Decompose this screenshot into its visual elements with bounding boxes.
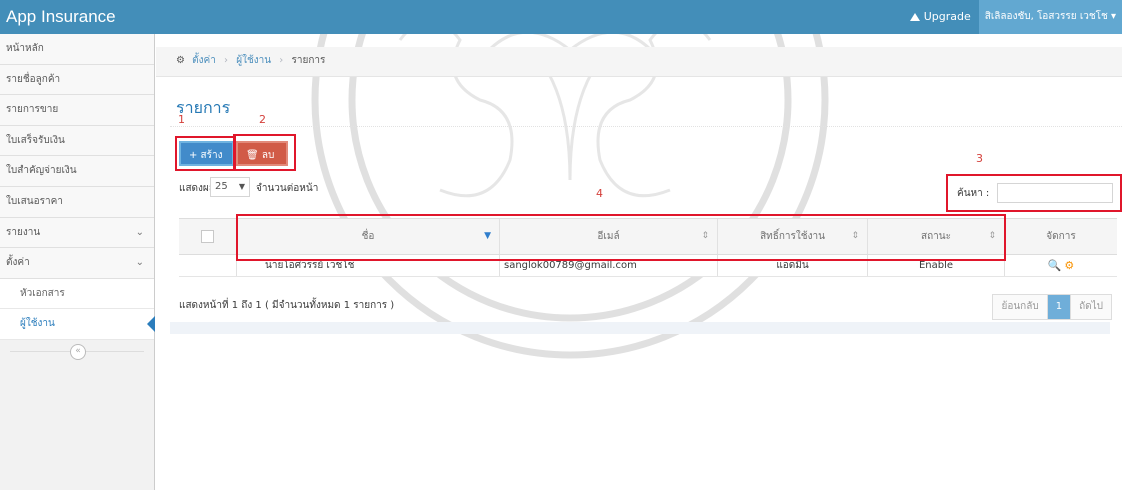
table-footer-bar [170,322,1110,334]
sidebar-collapse-row: « [0,340,154,364]
breadcrumb: ⚙ ตั้งค่า › ผู้ใช้งาน › รายการ [156,47,1122,77]
arrow-up-icon [909,13,920,21]
top-navbar: App Insurance Upgrade สิเลิลองชับ, โอสวร… [0,0,1122,34]
gear-icon[interactable]: ⚙ [1064,259,1074,272]
sidebar-item-label: รายการขาย [6,104,59,116]
app-brand[interactable]: App Insurance [0,0,116,34]
sidebar-item-label: รายชื่อลูกค้า [6,73,61,85]
chevron-down-icon: ⌄ [135,257,144,269]
sidebar-item-label: ใบเสนอราคา [6,195,63,207]
sidebar-item-customers[interactable]: รายชื่อลูกค้า [0,64,154,96]
sidebar-subitem-users[interactable]: ผู้ใช้งาน [0,309,155,340]
chevron-down-icon: ⌄ [135,226,144,238]
pagination: ย้อนกลับ 1 ถัดไป [992,294,1112,320]
sidebar-item-label: ใบสำคัญจ่ายเงิน [6,165,77,177]
sidebar-item-home[interactable]: หน้าหลัก [0,34,154,65]
chevron-down-icon: ▼ [238,182,245,191]
sidebar-item-label: ตั้งค่า [6,257,30,269]
navbar-right: Upgrade สิเลิลองชับ, โอสวรรย เวชโช ▾ [902,0,1122,34]
page-size-suffix: จำนวนต่อหน้า [256,183,319,194]
sidebar-item-label: รายงาน [6,226,41,238]
annotation-number: 2 [259,113,266,126]
page-size-select[interactable]: 25 ▼ [210,177,250,197]
row-select-cell [179,255,237,276]
user-menu[interactable]: สิเลิลองชับ, โอสวรรย เวชโช ▾ [978,0,1122,34]
view-icon[interactable]: 🔍 [1048,259,1062,272]
pagination-page[interactable]: 1 [1047,295,1072,319]
pagination-prev[interactable]: ย้อนกลับ [993,295,1048,319]
column-header-actions: จัดการ [1005,219,1117,254]
sidebar-item-sales[interactable]: รายการขาย [0,95,154,126]
sidebar-subitem-label: หัวเอกสาร [20,287,65,299]
annotation-number: 1 [178,113,185,126]
sidebar-item-receipts[interactable]: ใบเสร็จรับเงิน [0,125,154,157]
select-all-cell [179,219,237,254]
breadcrumb-settings[interactable]: ตั้งค่า [192,55,216,66]
annotation-box [175,136,236,171]
breadcrumb-users[interactable]: ผู้ใช้งาน [236,55,271,66]
column-label: จัดการ [1046,231,1076,242]
sidebar-item-settings[interactable]: ตั้งค่า ⌄ [0,248,154,279]
annotation-number: 3 [976,152,983,165]
sidebar-item-payment-vouchers[interactable]: ใบสำคัญจ่ายเงิน [0,156,154,187]
sidebar-item-reports[interactable]: รายงาน ⌄ [0,217,154,249]
annotation-box [946,174,1122,212]
sidebar-subitem-document-header[interactable]: หัวเอกสาร [0,278,154,310]
table-info: แสดงหน้าที่ 1 ถึง 1 ( มีจำนวนทั้งหมด 1 ร… [179,300,395,311]
annotation-number: 4 [596,187,603,200]
page-size-value: 25 [215,181,228,192]
gear-icon: ⚙ [176,55,185,66]
breadcrumb-current: รายการ [291,55,326,66]
active-marker [147,316,155,333]
sidebar-item-label: หน้าหลัก [6,43,44,54]
upgrade-label: Upgrade [923,10,971,23]
divider [170,126,1122,127]
sidebar: หน้าหลัก รายชื่อลูกค้า รายการขาย ใบเสร็จ… [0,34,155,490]
annotation-box [233,134,296,171]
breadcrumb-separator: › [279,55,284,66]
select-all-checkbox[interactable] [201,229,214,243]
collapse-sidebar-icon[interactable]: « [70,343,86,360]
sidebar-subitem-label: ผู้ใช้งาน [20,318,55,330]
annotation-box [236,214,1006,261]
cell-actions: 🔍 ⚙ [1005,255,1117,276]
pagination-next[interactable]: ถัดไป [1071,295,1111,319]
sidebar-item-quotations[interactable]: ใบเสนอราคา [0,186,154,218]
upgrade-button[interactable]: Upgrade [902,0,979,34]
breadcrumb-separator: › [224,55,229,66]
sidebar-item-label: ใบเสร็จรับเงิน [6,134,65,146]
